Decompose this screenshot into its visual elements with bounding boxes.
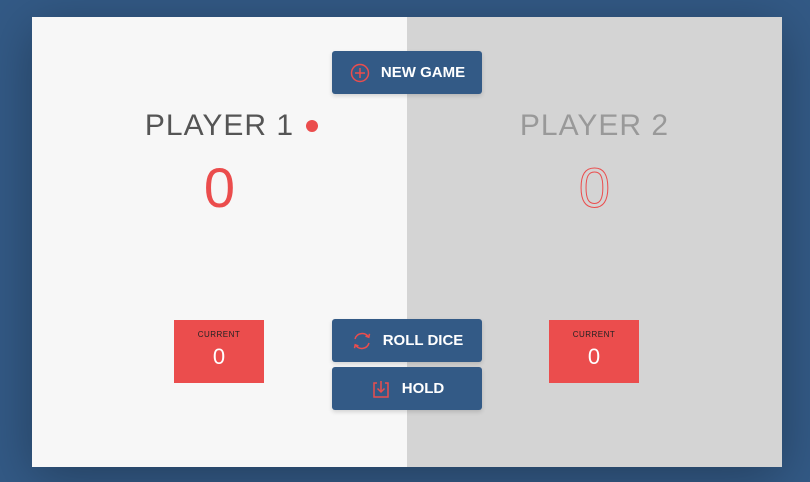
player-1-current-label: CURRENT xyxy=(197,330,241,339)
player-2-current-box: CURRENT 0 xyxy=(549,320,639,383)
player-2-name: PLAYER 2 xyxy=(519,109,670,142)
hold-button[interactable]: HOLD xyxy=(332,367,482,410)
roll-dice-label: ROLL DICE xyxy=(382,332,464,349)
plus-circle-icon xyxy=(349,62,371,84)
hold-label: HOLD xyxy=(401,380,445,397)
new-game-button[interactable]: NEW GAME xyxy=(332,51,482,94)
player-2-current-label: CURRENT xyxy=(572,330,616,339)
player-2-score: 0 xyxy=(578,156,611,219)
game-board: PLAYER 1 0 CURRENT 0 PLAYER 2 0 CURRENT … xyxy=(32,17,782,467)
player-1-current-box: CURRENT 0 xyxy=(174,320,264,383)
roll-dice-button[interactable]: ROLL DICE xyxy=(332,319,482,362)
new-game-label: NEW GAME xyxy=(380,64,466,81)
download-icon xyxy=(370,378,392,400)
player-1-score: 0 xyxy=(203,156,236,219)
refresh-icon xyxy=(351,330,373,352)
player-2-current-value: 0 xyxy=(587,344,601,369)
active-player-indicator xyxy=(306,120,318,132)
player-1-name: PLAYER 1 xyxy=(144,109,295,142)
player-1-current-value: 0 xyxy=(212,344,226,369)
